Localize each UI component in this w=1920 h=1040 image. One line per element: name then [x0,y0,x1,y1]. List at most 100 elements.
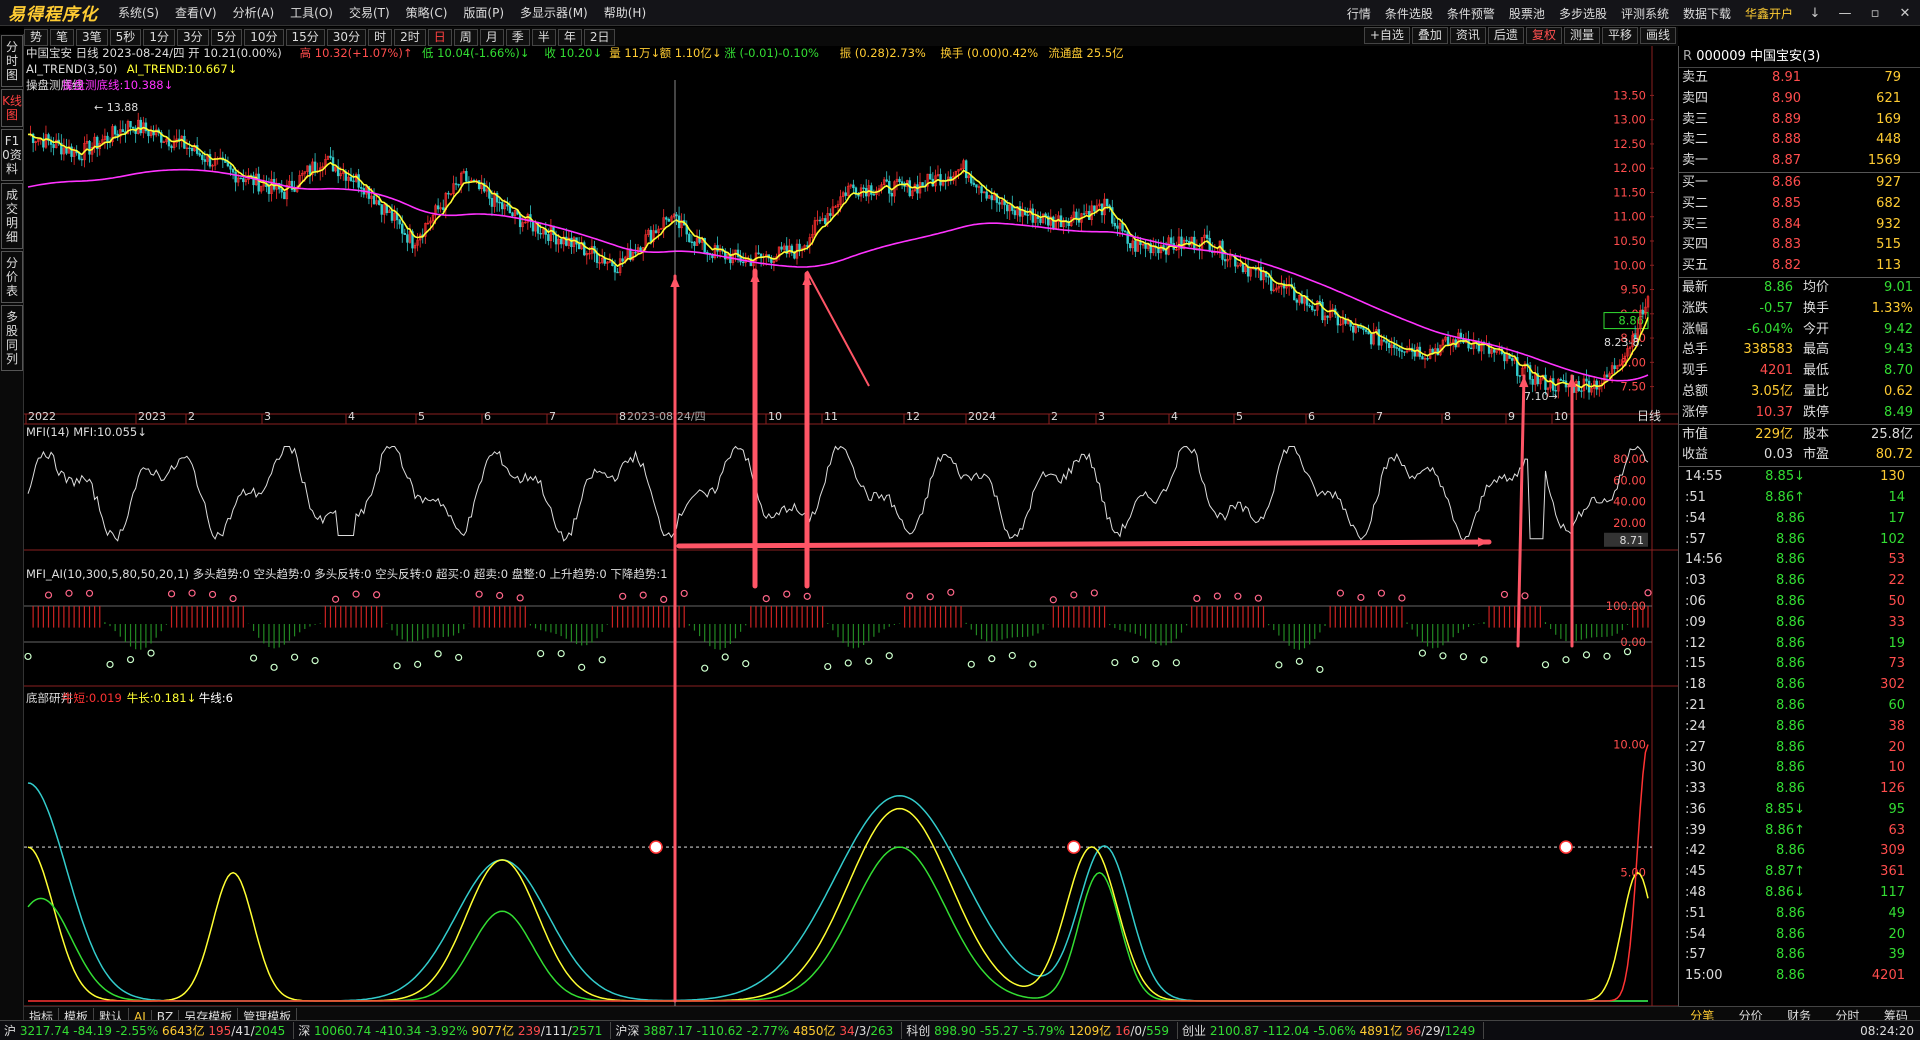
period-17[interactable]: 年 [557,28,582,46]
index-4[interactable]: 创业 2100.87 -112.04 -5.06% 4891亿 96/29/12… [1178,1022,1485,1039]
stat-row-2-v1: -6.04% [1747,321,1793,337]
tool-4[interactable]: 复权 [1525,27,1562,44]
menu-item-4[interactable]: 交易(T) [341,4,398,21]
period-10[interactable]: 时 [368,28,393,46]
kline-chart[interactable]: 中国宝安 日线 2023-08-24/四 开 10.21(0.00%) 高 10… [24,46,1678,1006]
main-menu: 系统(S) 查看(V) 分析(A) 工具(O) 交易(T) 策略(C) 版面(P) 多显示器(… [110,4,654,21]
tool-5[interactable]: 测量 [1563,27,1600,44]
period-15[interactable]: 季 [505,28,530,46]
candle-body [654,230,658,233]
info-line-1-1: 高 10.32(+1.07%)↑ [300,46,413,60]
candle-body [267,186,271,194]
candle-body [872,194,876,196]
tool-6[interactable]: 平移 [1601,27,1638,44]
tick-row: 15:00 8.86 4201 [1679,966,1920,987]
stat2-row-1-l2: 市盈 [1803,447,1830,463]
left-tab-0[interactable]: 分时图 [1,35,23,87]
index-0[interactable]: 沪 3217.74 -84.19 -2.55% 6643亿 195/41/204… [0,1022,295,1039]
menu-item-0[interactable]: 系统(S) [110,4,167,21]
index-2[interactable]: 沪深 3887.17 -110.62 -2.77% 4850亿 34/3/263 [611,1022,903,1039]
candle-body [570,237,573,248]
period-4[interactable]: 1分 [143,28,175,46]
menu-item-7[interactable]: 多显示器(M) [512,4,596,21]
period-9[interactable]: 30分 [326,28,367,46]
window-controls: ↓ — ▫ ✕ [1800,0,1920,26]
left-tab-3[interactable]: 成交明细 [1,183,23,249]
candle-body [80,158,84,161]
period-8[interactable]: 15分 [285,28,325,46]
tool-2[interactable]: 资讯 [1449,27,1486,44]
tool-1[interactable]: 叠加 [1411,27,1448,44]
minimize-icon[interactable]: — [1830,6,1860,21]
top-link-5[interactable]: 评测系统 [1614,5,1676,22]
tick-volume: 60 [1888,697,1905,713]
mfi-title: MFI(14) MFI:10.055↓ [26,425,147,439]
close-icon[interactable]: ✕ [1890,6,1920,21]
tool-3[interactable]: 后遗 [1487,27,1524,44]
tick-price: 8.86 [1776,905,1805,921]
period-11[interactable]: 2时 [394,28,426,46]
period-16[interactable]: 半 [531,28,556,46]
tick-price: 8.86 [1776,552,1805,568]
candle-body [1503,353,1506,362]
index-name: 沪深 [615,1024,644,1038]
left-tab-4[interactable]: 分价表 [1,251,23,303]
index-1[interactable]: 深 10060.74 -410.34 -3.92% 9077亿 239/111/… [294,1022,612,1039]
candle-body [985,191,988,199]
top-link-2[interactable]: 条件预警 [1440,5,1502,22]
menu-item-3[interactable]: 工具(O) [282,4,341,21]
tick-time: 14:55 [1685,469,1723,485]
top-link-6[interactable]: 数据下载 [1676,5,1738,22]
top-link-4[interactable]: 多步选股 [1552,5,1614,22]
candle-body [595,252,599,263]
period-1[interactable]: 笔 [50,28,75,46]
index-3[interactable]: 科创 898.90 -55.27 -5.79% 1209亿 16/0/559 [902,1022,1178,1039]
tool-7[interactable]: 画线 [1639,27,1676,44]
candle-body [360,187,363,189]
candle-body [511,212,514,217]
minimize-down-icon[interactable]: ↓ [1800,6,1830,21]
stat2-row-1-l1: 收益 [1682,447,1709,463]
menu-item-6[interactable]: 版面(P) [455,4,512,21]
period-12[interactable]: 日 [427,28,452,46]
period-5[interactable]: 3分 [176,28,209,46]
tick-volume: 20 [1888,926,1905,942]
menu-item-1[interactable]: 查看(V) [167,4,225,21]
smile-marker-0 [649,840,663,854]
candle-body [1116,225,1119,229]
left-tab-2[interactable]: F10资料 [1,129,23,181]
period-18[interactable]: 2日 [583,28,616,46]
left-tab-5[interactable]: 多股同列 [1,305,23,371]
restore-icon[interactable]: ▫ [1860,6,1890,21]
period-3[interactable]: 5秒 [109,28,142,46]
candle-body [234,171,237,183]
ask-row-1-vol: 621 [1876,90,1901,106]
left-tab-1[interactable]: K线图 [1,89,23,127]
ask-row-2-price: 8.89 [1772,111,1801,127]
period-13[interactable]: 周 [453,28,478,46]
candle-body [1369,333,1373,345]
tick-list[interactable]: 14:55 8.85↓ 130:51 8.86↑ 14:54 8.86 17:57 8.86 1… [1679,467,1920,987]
ask-row-2-label: 卖三 [1682,111,1709,127]
period-14[interactable]: 月 [479,28,504,46]
candle-body [280,188,283,193]
tool-0[interactable]: +自选 [1363,27,1410,44]
period-2[interactable]: 3笔 [76,28,108,46]
menu-item-2[interactable]: 分析(A) [225,4,283,21]
period-6[interactable]: 5分 [210,28,243,46]
top-link-7[interactable]: 华鑫开户 [1738,5,1800,22]
index-down: 263 [870,1024,894,1038]
top-link-3[interactable]: 股票池 [1502,5,1552,22]
candle-body [501,202,504,210]
top-link-0[interactable]: 行情 [1340,5,1378,22]
candle-body [975,184,978,188]
menu-item-8[interactable]: 帮助(H) [596,4,654,21]
bid-row-1-price: 8.85 [1772,195,1801,211]
period-0[interactable]: 势 [24,28,49,46]
menu-item-5[interactable]: 策略(C) [398,4,456,21]
top-link-1[interactable]: 条件选股 [1378,5,1440,22]
candle-body [1421,356,1424,360]
period-7[interactable]: 10分 [244,28,284,46]
candle-body [1364,329,1368,332]
ask-row-3-label: 卖二 [1682,132,1709,148]
